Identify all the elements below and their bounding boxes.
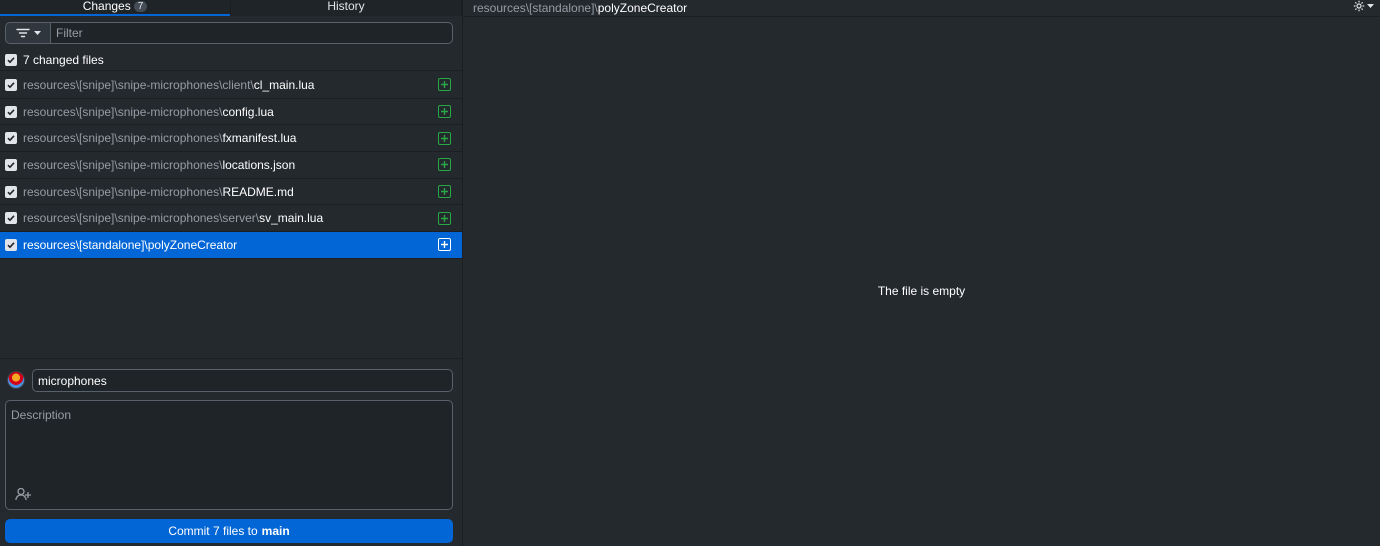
commit-button-label: Commit 7 files to — [168, 524, 258, 538]
filter-options-button[interactable] — [5, 22, 50, 44]
file-path: resources\[snipe]\snipe-microphones\conf… — [23, 105, 274, 119]
file-path: resources\[snipe]\snipe-microphones\fxma… — [23, 131, 296, 145]
file-path: resources\[snipe]\snipe-microphones\serv… — [23, 211, 323, 225]
file-name: locations.json — [222, 157, 296, 172]
file-directory: resources\[snipe]\snipe-microphones\ — [23, 184, 223, 199]
file-directory: resources\[snipe]\snipe-microphones\ — [23, 157, 223, 172]
tab-changes[interactable]: Changes 7 — [0, 0, 231, 16]
file-added-icon — [438, 238, 451, 252]
checkmark-icon — [7, 162, 15, 169]
file-added-icon — [438, 211, 451, 225]
checkmark-icon — [7, 82, 15, 89]
file-directory: resources\[standalone]\ — [23, 237, 148, 252]
tab-changes-label: Changes — [82, 0, 131, 13]
file-name: config.lua — [222, 104, 274, 119]
changes-panel: Changes7 History 7 changed files resourc… — [0, 0, 463, 546]
plus-icon — [441, 108, 448, 116]
file-added-icon — [438, 158, 451, 172]
file-name: sv_main.lua — [259, 211, 324, 226]
tab-history-label: History — [327, 0, 365, 13]
plus-icon — [441, 188, 448, 196]
plus-icon — [441, 134, 448, 142]
file-row[interactable]: resources\[snipe]\snipe-microphones\clie… — [0, 72, 462, 99]
file-directory: resources\[snipe]\snipe-microphones\ — [23, 131, 223, 146]
file-row[interactable]: resources\[snipe]\snipe-microphones\fxma… — [0, 125, 462, 153]
changed-files-header: 7 changed files — [0, 49, 462, 71]
select-all-checkbox[interactable] — [5, 53, 17, 66]
file-row[interactable]: resources\[snipe]\snipe-microphones\loca… — [0, 152, 462, 179]
caret-down-icon — [33, 30, 41, 35]
gear-icon — [1353, 0, 1365, 12]
file-directory: resources\[snipe]\snipe-microphones\clie… — [23, 77, 254, 92]
changed-files-count-label: 7 changed files — [23, 52, 104, 67]
file-directory: resources\[snipe]\snipe-microphones\serv… — [23, 211, 260, 226]
changed-file-list: resources\[snipe]\snipe-microphones\clie… — [0, 72, 462, 259]
filter-row — [5, 22, 453, 44]
commit-summary-input[interactable] — [32, 369, 453, 392]
file-checkbox[interactable] — [5, 238, 17, 251]
diff-panel: resources\[standalone]\ polyZoneCreator T… — [463, 0, 1380, 546]
file-checkbox[interactable] — [5, 185, 17, 198]
file-added-icon — [438, 185, 451, 199]
file-row[interactable]: resources\[snipe]\snipe-microphones\READ… — [0, 179, 462, 206]
file-checkbox[interactable] — [5, 212, 17, 225]
file-path: resources\[standalone]\polyZoneCreator — [23, 238, 237, 252]
file-name: README.md — [222, 184, 294, 199]
file-added-icon — [438, 105, 451, 119]
filter-input[interactable] — [50, 22, 453, 44]
checkmark-icon — [7, 108, 15, 115]
filter-icon — [15, 28, 30, 38]
description-placeholder: Description — [11, 408, 72, 422]
commit-description-field[interactable]: Description — [5, 400, 453, 510]
file-checkbox[interactable] — [5, 78, 17, 91]
file-row[interactable]: resources\[snipe]\snipe-microphones\serv… — [0, 205, 462, 233]
diff-file-name: polyZoneCreator — [597, 1, 688, 15]
plus-icon — [441, 81, 448, 89]
file-checkbox[interactable] — [5, 158, 17, 171]
checkmark-icon — [7, 56, 15, 63]
plus-icon — [441, 214, 448, 222]
empty-file-message: The file is empty — [877, 284, 966, 298]
plus-icon — [441, 161, 448, 169]
changes-count-badge: 7 — [133, 1, 148, 12]
file-path: resources\[snipe]\snipe-microphones\READ… — [23, 185, 294, 199]
file-name: fxmanifest.lua — [222, 131, 297, 146]
file-added-icon — [438, 131, 451, 145]
commit-area: Description Commit 7 files tomain — [0, 358, 462, 546]
file-name: cl_main.lua — [253, 77, 315, 92]
caret-down-icon — [1367, 3, 1374, 8]
diff-settings-button[interactable] — [1353, 0, 1374, 12]
diff-file-path: resources\[standalone]\ — [473, 1, 598, 15]
plus-icon — [441, 241, 448, 249]
checkmark-icon — [7, 242, 15, 249]
file-checkbox[interactable] — [5, 105, 17, 118]
checkmark-icon — [7, 215, 15, 222]
commit-branch-name: main — [261, 524, 290, 538]
file-row[interactable]: resources\[standalone]\polyZoneCreator — [0, 232, 462, 259]
avatar — [7, 371, 25, 389]
file-path: resources\[snipe]\snipe-microphones\clie… — [23, 78, 314, 92]
tab-history[interactable]: History — [231, 0, 462, 16]
file-row[interactable]: resources\[snipe]\snipe-microphones\conf… — [0, 99, 462, 126]
file-added-icon — [438, 78, 451, 92]
commit-button[interactable]: Commit 7 files to main — [5, 519, 453, 543]
file-directory: resources\[snipe]\snipe-microphones\ — [23, 104, 223, 119]
file-name: polyZoneCreator — [147, 237, 238, 252]
checkmark-icon — [7, 135, 15, 142]
tab-bar: Changes 7 History — [0, 0, 462, 16]
checkmark-icon — [7, 188, 15, 195]
diff-header: resources\[standalone]\ polyZoneCreator — [463, 0, 1380, 17]
file-checkbox[interactable] — [5, 132, 17, 145]
file-path: resources\[snipe]\snipe-microphones\loca… — [23, 158, 295, 172]
add-coauthor-icon[interactable] — [15, 487, 33, 501]
